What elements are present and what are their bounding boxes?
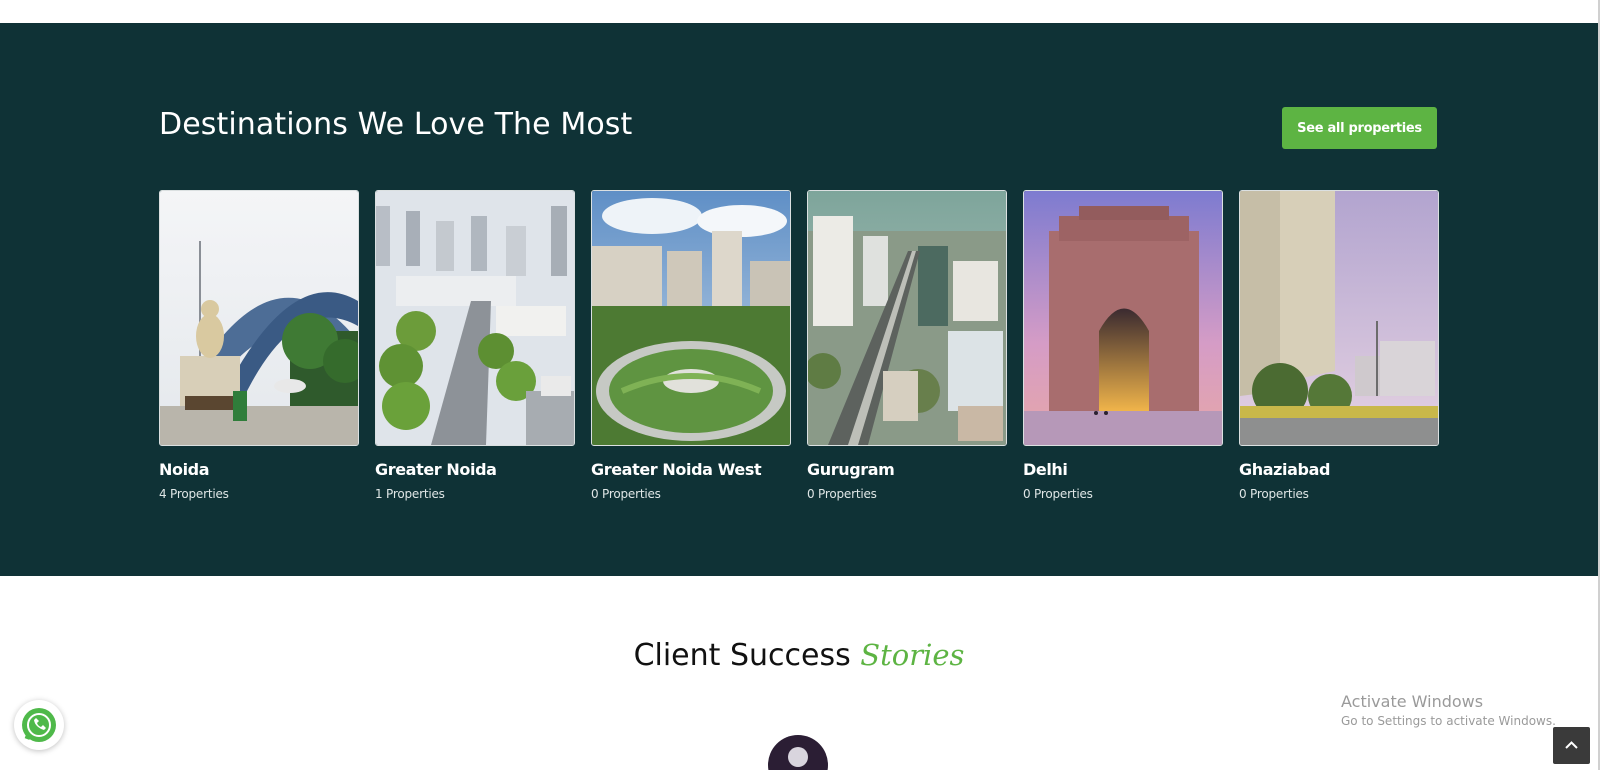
- card-property-count: 4 Properties: [159, 487, 229, 501]
- noida-photo[interactable]: [159, 190, 359, 446]
- card-property-count: 1 Properties: [375, 487, 445, 501]
- activate-windows-subtitle: Go to Settings to activate Windows.: [1341, 714, 1556, 728]
- card-name[interactable]: Greater Noida: [375, 460, 575, 479]
- see-all-properties-button[interactable]: See all properties: [1282, 107, 1437, 149]
- card-property-count: 0 Properties: [1239, 487, 1309, 501]
- stories-heading-main: Client Success: [633, 638, 851, 673]
- client-stories-heading: Client Success Stories: [0, 638, 1598, 673]
- card-name[interactable]: Greater Noida West: [591, 460, 791, 479]
- top-strip: [0, 0, 1600, 23]
- greater-noida-west-photo[interactable]: [591, 190, 791, 446]
- whatsapp-icon[interactable]: [14, 700, 64, 750]
- destination-card-ghaziabad[interactable]: Ghaziabad 0 Properties: [1239, 190, 1439, 501]
- stories-heading-accent: Stories: [860, 638, 965, 672]
- activate-windows-watermark: Activate Windows Go to Settings to activ…: [1341, 692, 1556, 728]
- destination-card-noida[interactable]: Noida 4 Properties: [159, 190, 359, 501]
- destinations-section: Destinations We Love The Most See all pr…: [0, 23, 1598, 576]
- card-name[interactable]: Ghaziabad: [1239, 460, 1439, 479]
- destination-card-delhi[interactable]: Delhi 0 Properties: [1023, 190, 1223, 501]
- destinations-title: Destinations We Love The Most: [159, 107, 633, 142]
- activate-windows-title: Activate Windows: [1341, 692, 1484, 711]
- user-avatar-icon: [768, 735, 828, 770]
- card-property-count: 0 Properties: [1023, 487, 1093, 501]
- back-to-top-button[interactable]: [1553, 727, 1590, 764]
- page: Destinations We Love The Most See all pr…: [0, 0, 1600, 770]
- card-property-count: 0 Properties: [591, 487, 661, 501]
- destination-card-gurugram[interactable]: Gurugram 0 Properties: [807, 190, 1007, 501]
- destination-cards: Noida 4 Properties Greater Noida 1 Prope…: [159, 190, 1439, 520]
- card-name[interactable]: Noida: [159, 460, 359, 479]
- card-property-count: 0 Properties: [807, 487, 877, 501]
- ghaziabad-photo[interactable]: [1239, 190, 1439, 446]
- destination-card-greater-noida[interactable]: Greater Noida 1 Properties: [375, 190, 575, 501]
- destination-card-greater-noida-west[interactable]: Greater Noida West 0 Properties: [591, 190, 791, 501]
- card-name[interactable]: Gurugram: [807, 460, 1007, 479]
- greater-noida-photo[interactable]: [375, 190, 575, 446]
- card-name[interactable]: Delhi: [1023, 460, 1223, 479]
- gurugram-photo[interactable]: [807, 190, 1007, 446]
- chevron-up-icon: [1565, 741, 1578, 749]
- delhi-photo[interactable]: [1023, 190, 1223, 446]
